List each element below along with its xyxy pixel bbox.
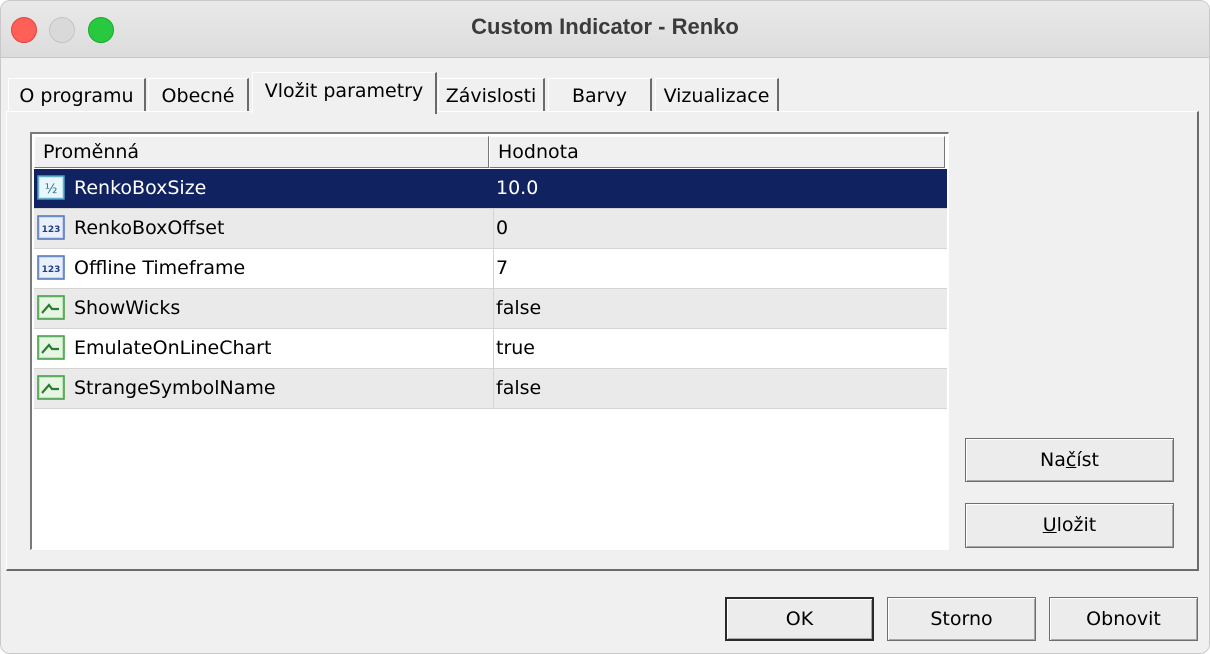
tab-vlozit-parametry[interactable]: Vložit parametry bbox=[252, 72, 437, 114]
parameter-name: RenkoBoxOffset bbox=[74, 217, 225, 239]
tab-vizualizace[interactable]: Vizualizace bbox=[655, 78, 779, 112]
dialog-window: Custom Indicator - Renko O programu Obec… bbox=[0, 0, 1210, 654]
parameter-value[interactable]: 10.0 bbox=[493, 169, 946, 208]
tab-obecne[interactable]: Obecné bbox=[148, 78, 249, 112]
parameter-row[interactable]: 123 RenkoBoxOffset 0 bbox=[34, 209, 947, 249]
svg-text:123: 123 bbox=[42, 225, 61, 235]
parameter-name: ShowWicks bbox=[74, 297, 181, 319]
load-label-prefix: Na bbox=[1040, 449, 1066, 471]
load-label-mnemonic: č bbox=[1065, 449, 1077, 471]
load-button[interactable]: Načíst bbox=[965, 438, 1174, 482]
parameter-name: EmulateOnLineChart bbox=[74, 337, 272, 359]
boolean-icon bbox=[37, 295, 65, 320]
svg-text:½: ½ bbox=[45, 182, 58, 197]
parameter-row[interactable]: ½ RenkoBoxSize 10.0 bbox=[34, 169, 947, 209]
parameter-name: StrangeSymbolName bbox=[74, 377, 276, 399]
parameter-row[interactable]: EmulateOnLineChart true bbox=[34, 329, 947, 369]
load-label-suffix: íst bbox=[1076, 449, 1099, 471]
window-title: Custom Indicator - Renko bbox=[471, 14, 739, 39]
parameter-row[interactable]: ShowWicks false bbox=[34, 289, 947, 329]
cancel-button[interactable]: Storno bbox=[887, 597, 1036, 641]
parameter-value[interactable]: 7 bbox=[493, 249, 946, 288]
reset-button[interactable]: Obnovit bbox=[1049, 597, 1198, 641]
save-label-suffix: ložit bbox=[1056, 514, 1097, 536]
parameter-name: RenkoBoxSize bbox=[74, 177, 207, 199]
title-bar: Custom Indicator - Renko bbox=[1, 1, 1209, 58]
save-button[interactable]: Uložit bbox=[965, 503, 1174, 548]
parameter-row[interactable]: StrangeSymbolName false bbox=[34, 369, 947, 409]
column-header-value[interactable]: Hodnota bbox=[489, 136, 945, 168]
parameter-value[interactable]: false bbox=[493, 369, 946, 408]
column-header-variable[interactable]: Proměnná bbox=[34, 136, 489, 168]
boolean-icon bbox=[37, 335, 65, 360]
ok-button[interactable]: OK bbox=[725, 597, 874, 641]
svg-text:123: 123 bbox=[42, 265, 61, 275]
integer-icon: 123 bbox=[37, 215, 65, 240]
integer-icon: 123 bbox=[37, 255, 65, 280]
double-icon: ½ bbox=[37, 175, 65, 200]
boolean-icon bbox=[37, 375, 65, 400]
save-label-mnemonic: U bbox=[1042, 514, 1057, 536]
tab-zavislosti[interactable]: Závislosti bbox=[438, 78, 545, 112]
parameter-row[interactable]: 123 Offline Timeframe 7 bbox=[34, 249, 947, 289]
parameter-value[interactable]: true bbox=[493, 329, 946, 368]
parameter-value[interactable]: false bbox=[493, 289, 946, 328]
parameters-list[interactable]: Proměnná Hodnota ½ RenkoBoxSize 10.0 123… bbox=[30, 132, 949, 550]
tab-o-programu[interactable]: O programu bbox=[8, 78, 146, 112]
parameter-name: Offline Timeframe bbox=[74, 257, 246, 279]
parameter-value[interactable]: 0 bbox=[493, 209, 946, 248]
tab-barvy[interactable]: Barvy bbox=[548, 78, 652, 112]
